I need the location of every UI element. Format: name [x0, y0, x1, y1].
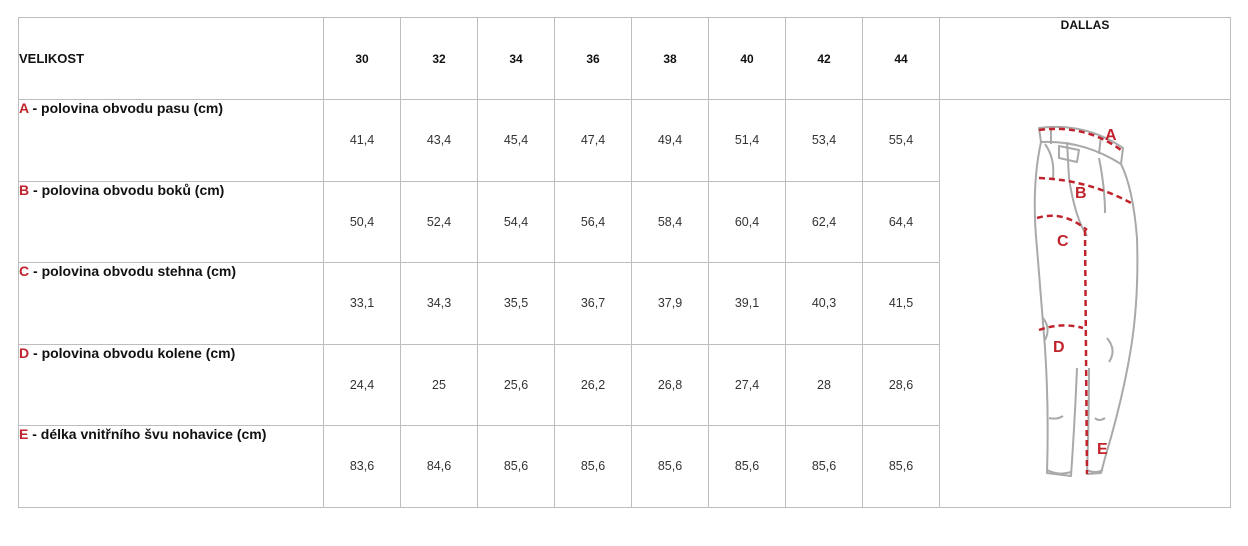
table-cell: 85,6	[554, 425, 632, 508]
size-header-38: 38	[631, 17, 709, 100]
measure-letter: C	[19, 263, 30, 279]
row-label: D - polovina obvodu kolene (cm)	[18, 343, 324, 426]
table-cell: 52,4	[400, 180, 478, 263]
table-cell: 37,9	[631, 262, 709, 345]
table-cell: 28,6	[862, 343, 940, 426]
measure-description: - polovina obvodu kolene (cm)	[29, 344, 236, 361]
table-cell: 39,1	[708, 262, 786, 345]
table-cell: 62,4	[785, 180, 863, 263]
row-label: E - délka vnitřního švu nohavice (cm)	[18, 425, 324, 508]
table-cell: 41,5	[862, 262, 940, 345]
table-cell: 24,4	[323, 343, 401, 426]
table-cell: 55,4	[862, 99, 940, 182]
table-row: A - polovina obvodu pasu (cm) 41,4 43,4 …	[18, 99, 1231, 508]
measure-description: - polovina obvodu stehna (cm)	[29, 263, 237, 279]
table-cell: 25,6	[477, 343, 555, 426]
measure-letter: A	[19, 100, 29, 116]
size-chart-table: VELIKOST 30 32 34 36 38 40 42 44 DALLAS …	[18, 17, 1231, 508]
table-cell: 60,4	[708, 180, 786, 263]
measure-description: - polovina obvodu pasu (cm)	[28, 100, 224, 116]
size-header-44: 44	[862, 17, 940, 100]
jeans-measurement-icon: A B C D E	[1033, 126, 1139, 478]
table-cell: 49,4	[631, 99, 709, 182]
table-cell: 83,6	[323, 425, 401, 508]
measure-letter: D	[19, 344, 30, 361]
measure-letter: B	[19, 181, 30, 198]
table-cell: 53,4	[785, 99, 863, 182]
row-label: B - polovina obvodu boků (cm)	[18, 180, 324, 263]
size-header-34: 34	[477, 17, 555, 100]
table-cell: 56,4	[554, 180, 632, 263]
table-cell: 35,5	[477, 262, 555, 345]
table-cell: 43,4	[400, 99, 478, 182]
table-cell: 33,1	[323, 262, 401, 345]
measure-letter: E	[19, 426, 29, 442]
size-label-header: VELIKOST	[18, 17, 324, 100]
table-cell: 45,4	[477, 99, 555, 182]
table-cell: 85,6	[785, 425, 863, 508]
table-cell: 36,7	[554, 262, 632, 345]
table-cell: 85,6	[477, 425, 555, 508]
table-cell: 54,4	[477, 180, 555, 263]
header-row: VELIKOST 30 32 34 36 38 40 42 44 DALLAS	[18, 17, 1231, 100]
size-header-30: 30	[323, 17, 401, 100]
table-cell: 85,6	[708, 425, 786, 508]
table-cell: 47,4	[554, 99, 632, 182]
table-cell: 41,4	[323, 99, 401, 182]
row-label: C - polovina obvodu stehna (cm)	[18, 262, 324, 345]
jeans-illustration-cell: A B C D E	[939, 99, 1231, 508]
table-cell: 85,6	[631, 425, 709, 508]
table-cell: 25	[400, 343, 478, 426]
table-cell: 28	[785, 343, 863, 426]
table-cell: 40,3	[785, 262, 863, 345]
table-cell: 84,6	[400, 425, 478, 508]
table-cell: 51,4	[708, 99, 786, 182]
table-cell: 26,2	[554, 343, 632, 426]
measure-description: - délka vnitřního švu nohavice (cm)	[28, 426, 267, 442]
table-cell: 64,4	[862, 180, 940, 263]
table-cell: 58,4	[631, 180, 709, 263]
marker-b: B	[1075, 185, 1087, 202]
row-label: A - polovina obvodu pasu (cm)	[18, 99, 324, 182]
marker-c: C	[1057, 233, 1069, 250]
table-cell: 34,3	[400, 262, 478, 345]
model-name-header: DALLAS	[939, 17, 1231, 100]
table-cell: 26,8	[631, 343, 709, 426]
marker-e: E	[1097, 441, 1108, 458]
size-header-42: 42	[785, 17, 863, 100]
marker-a: A	[1105, 127, 1117, 144]
table-cell: 85,6	[862, 425, 940, 508]
size-header-40: 40	[708, 17, 786, 100]
size-header-32: 32	[400, 17, 478, 100]
size-header-36: 36	[554, 17, 632, 100]
table-cell: 27,4	[708, 343, 786, 426]
marker-d: D	[1053, 339, 1065, 356]
measure-description: - polovina obvodu boků (cm)	[29, 181, 225, 198]
table-cell: 50,4	[323, 180, 401, 263]
